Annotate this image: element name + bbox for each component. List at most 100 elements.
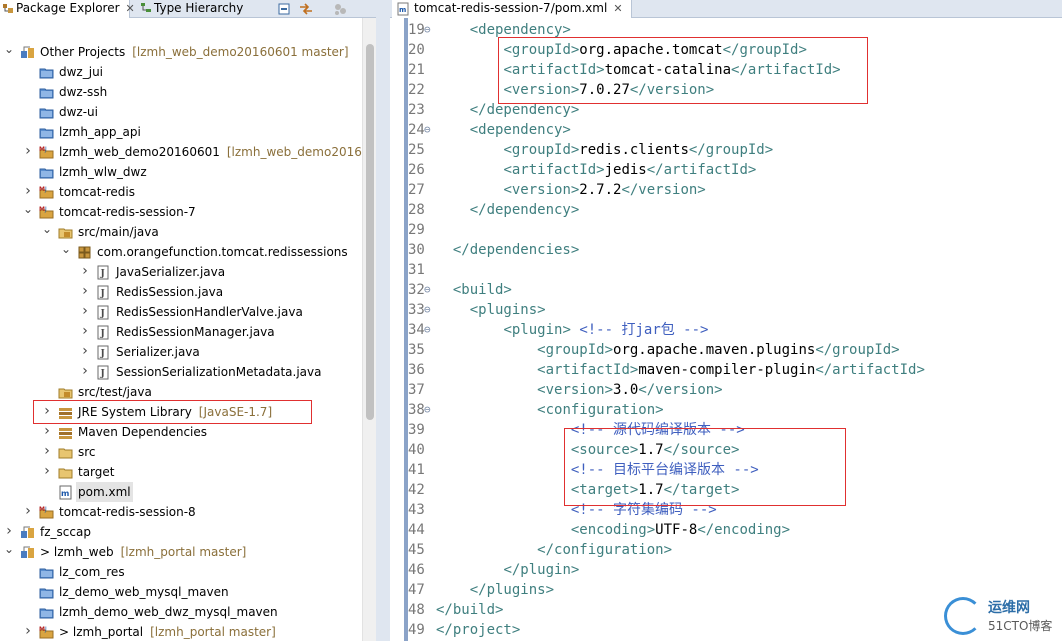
fold-toggle-icon[interactable]: ⊖ <box>424 20 434 40</box>
tree-item[interactable]: lzmh_wlw_dwz <box>0 162 362 182</box>
code-line[interactable]: 21 <artifactId>tomcat-catalina</artifact… <box>390 60 1062 80</box>
chevron-right-icon[interactable]: › <box>42 462 52 482</box>
tree-item[interactable]: lz_demo_web_mysql_maven <box>0 582 362 602</box>
code-line[interactable]: 26 <artifactId>jedis</artifactId> <box>390 160 1062 180</box>
source-folder-icon <box>58 385 73 400</box>
code-line[interactable]: 20 <groupId>org.apache.tomcat</groupId> <box>390 40 1062 60</box>
tree-item[interactable]: › Maven Dependencies <box>0 422 362 442</box>
tree-item[interactable]: › J RedisSession.java <box>0 282 362 302</box>
code-line[interactable]: 46 </plugin> <box>390 560 1062 580</box>
tree-item[interactable]: ⌄ src/main/java <box>0 222 362 242</box>
code-line[interactable]: 27 <version>2.7.2</version> <box>390 180 1062 200</box>
close-icon[interactable]: ✕ <box>126 1 135 17</box>
tree-item[interactable]: › J SessionSerializationMetadata.java <box>0 362 362 382</box>
chevron-right-icon[interactable]: › <box>80 262 90 282</box>
code-line[interactable]: 39 <!-- 源代码编译版本 --> <box>390 420 1062 440</box>
code-line[interactable]: 28 </dependency> <box>390 200 1062 220</box>
tree-item[interactable]: › J Serializer.java <box>0 342 362 362</box>
code-line[interactable]: 32 ⊖ <build> <box>390 280 1062 300</box>
chevron-right-icon[interactable]: › <box>80 362 90 382</box>
project-folder-icon <box>39 65 54 80</box>
chevron-right-icon[interactable]: › <box>80 342 90 362</box>
tree-item[interactable]: › M J lzmh_web_demo20160601 [lzmh_web_demo20… <box>0 142 362 162</box>
code-line[interactable]: 22 <version>7.0.27</version> <box>390 80 1062 100</box>
tab-pom-xml[interactable]: m tomcat-redis-session-7/pom.xml ✕ <box>392 0 632 18</box>
chevron-down-icon[interactable]: ⌄ <box>23 202 33 222</box>
chevron-right-icon[interactable]: › <box>80 282 90 302</box>
code-line[interactable]: 33 ⊖ <plugins> <box>390 300 1062 320</box>
chevron-right-icon[interactable]: › <box>42 422 52 442</box>
code-text: </dependency> <box>436 200 580 220</box>
code-line[interactable]: 37 <version>3.0</version> <box>390 380 1062 400</box>
tree-item[interactable]: › J RedisSessionManager.java <box>0 322 362 342</box>
chevron-right-icon[interactable]: › <box>23 182 33 202</box>
code-line[interactable]: 44 <encoding>UTF-8</encoding> <box>390 520 1062 540</box>
code-line[interactable]: 35 <groupId>org.apache.maven.plugins</gr… <box>390 340 1062 360</box>
editor-tab-close-icon[interactable]: ✕ <box>613 1 622 17</box>
tree-item[interactable]: src/test/java <box>0 382 362 402</box>
code-text: </project> <box>436 620 520 640</box>
fold-toggle-icon[interactable]: ⊖ <box>424 120 434 140</box>
code-line[interactable]: 30 </dependencies> <box>390 240 1062 260</box>
code-line[interactable]: 45 </configuration> <box>390 540 1062 560</box>
tree-item[interactable]: ⌄ Other Projects [lzmh_web_demo20160601 ma… <box>0 42 362 62</box>
chevron-right-icon[interactable]: › <box>4 522 14 542</box>
code-line[interactable]: 19 ⊖ <dependency> <box>390 20 1062 40</box>
tree-item[interactable]: lz_com_res <box>0 562 362 582</box>
chevron-down-icon[interactable]: ⌄ <box>61 242 71 262</box>
collapse-all-button[interactable] <box>276 1 292 17</box>
link-with-editor-button[interactable] <box>298 1 314 17</box>
code-line[interactable]: 25 <groupId>redis.clients</groupId> <box>390 140 1062 160</box>
tree-item[interactable]: ⌄ M J tomcat-redis-session-7 <box>0 202 362 222</box>
code-line[interactable]: 23 </dependency> <box>390 100 1062 120</box>
fold-toggle-icon[interactable]: ⊖ <box>424 400 434 420</box>
code-line[interactable]: 38 ⊖ <configuration> <box>390 400 1062 420</box>
code-line[interactable]: 29 <box>390 220 1062 240</box>
view-menu-button[interactable] <box>332 1 348 17</box>
chevron-down-icon[interactable]: ⌄ <box>4 542 14 562</box>
chevron-right-icon[interactable]: › <box>42 402 52 422</box>
tree-item[interactable]: › fz_sccap <box>0 522 362 542</box>
chevron-right-icon[interactable]: › <box>23 622 33 641</box>
code-line[interactable]: 41 <!-- 目标平台编译版本 --> <box>390 460 1062 480</box>
tree-scrollbar-thumb[interactable] <box>366 44 374 420</box>
chevron-right-icon[interactable]: › <box>23 502 33 522</box>
tree-item[interactable]: lzmh_app_api <box>0 122 362 142</box>
fold-toggle-icon[interactable]: ⊖ <box>424 300 434 320</box>
chevron-down-icon[interactable]: ⌄ <box>4 42 14 62</box>
tab-package-explorer[interactable]: Package Explorer ✕ <box>0 0 135 18</box>
tree-item[interactable]: › target <box>0 462 362 482</box>
code-line[interactable]: 42 <target>1.7</target> <box>390 480 1062 500</box>
watermark-line1: 运维网 <box>988 600 1030 616</box>
tree-item[interactable]: dwz_jui <box>0 62 362 82</box>
code-line[interactable]: 43 <!-- 字符集编码 --> <box>390 500 1062 520</box>
fold-toggle-icon[interactable]: ⊖ <box>424 280 434 300</box>
code-line[interactable]: 24 ⊖ <dependency> <box>390 120 1062 140</box>
tree-item[interactable]: › M J tomcat-redis <box>0 182 362 202</box>
code-line[interactable]: 31 <box>390 260 1062 280</box>
tree-item[interactable]: › src <box>0 442 362 462</box>
tree-scrollbar[interactable] <box>362 18 376 641</box>
tree-item[interactable]: › JRE System Library [JavaSE-1.7] <box>0 402 362 422</box>
tree-item[interactable]: › M J tomcat-redis-session-8 <box>0 502 362 522</box>
tree-item[interactable]: › M J > lzmh_portal [lzmh_portal master] <box>0 622 362 641</box>
code-line[interactable]: 40 <source>1.7</source> <box>390 440 1062 460</box>
tree-item[interactable]: ⌄ com.orangefunction.tomcat.redissessions <box>0 242 362 262</box>
tree-item[interactable]: m pom.xml <box>0 482 362 502</box>
view-sash[interactable] <box>376 0 390 641</box>
tree-item[interactable]: › J RedisSessionHandlerValve.java <box>0 302 362 322</box>
tab-type-hierarchy[interactable]: Type Hierarchy <box>138 0 248 18</box>
tree-item[interactable]: lzmh_demo_web_dwz_mysql_maven <box>0 602 362 622</box>
chevron-right-icon[interactable]: › <box>80 302 90 322</box>
code-line[interactable]: 36 <artifactId>maven-compiler-plugin</ar… <box>390 360 1062 380</box>
chevron-right-icon[interactable]: › <box>42 442 52 462</box>
code-line[interactable]: 34 ⊖ <plugin> <!-- 打jar包 --> <box>390 320 1062 340</box>
tree-item[interactable]: dwz-ssh <box>0 82 362 102</box>
tree-item[interactable]: › J JavaSerializer.java <box>0 262 362 282</box>
chevron-down-icon[interactable]: ⌄ <box>42 222 52 242</box>
chevron-right-icon[interactable]: › <box>80 322 90 342</box>
fold-toggle-icon[interactable]: ⊖ <box>424 320 434 340</box>
chevron-right-icon[interactable]: › <box>23 142 33 162</box>
tree-item[interactable]: ⌄ > lzmh_web [lzmh_portal master] <box>0 542 362 562</box>
tree-item[interactable]: dwz-ui <box>0 102 362 122</box>
